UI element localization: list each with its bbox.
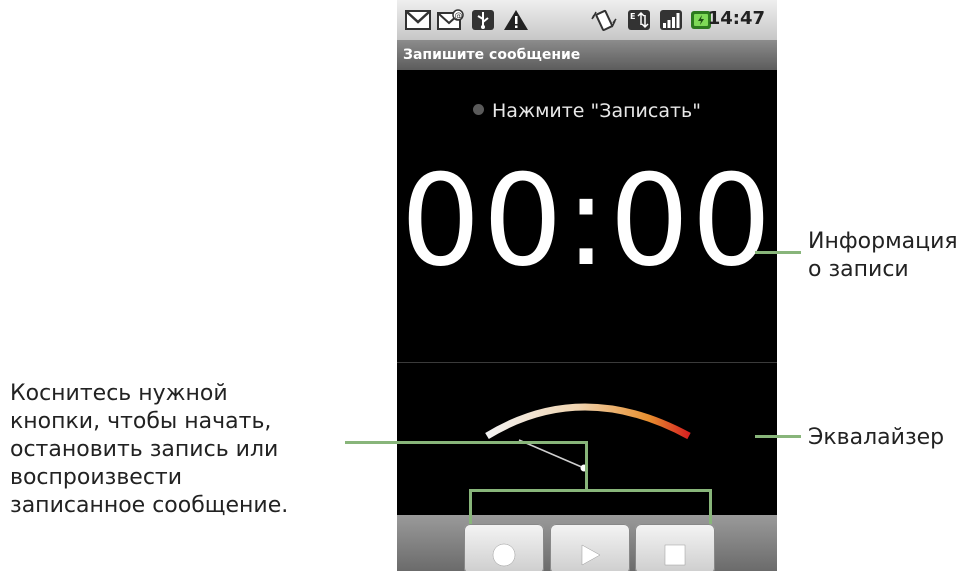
callout-buttons-line4: воспроизвести: [10, 465, 183, 490]
gmail-icon: [405, 10, 431, 30]
warning-icon: [504, 10, 528, 30]
data-transfer-icon: E: [628, 10, 650, 30]
callout-bracket-right: [709, 489, 712, 524]
play-button[interactable]: [550, 524, 630, 571]
callout-line-equalizer: [755, 435, 801, 438]
callout-line-buttons-vertical: [585, 441, 588, 491]
callout-buttons-line1: Коснитесь нужной: [10, 381, 228, 406]
callout-buttons-line5: записанное сообщение.: [10, 493, 289, 518]
state-text: Нажмите "Записать": [492, 100, 701, 122]
callout-buttons-line3: остановить запись или: [10, 437, 279, 462]
usb-icon: [472, 10, 494, 30]
svg-text:E: E: [630, 12, 635, 21]
email-icon: @: [437, 9, 464, 30]
callout-line-recording-info: [755, 251, 801, 254]
divider: [397, 362, 777, 363]
timer-display: 00:00: [400, 147, 774, 294]
window-title: Запишите сообщение: [397, 40, 777, 70]
vu-needle: [518, 439, 585, 469]
callout-line-buttons: [345, 441, 586, 444]
callout-buttons: Коснитесь нужной кнопки, чтобы начать, о…: [10, 380, 288, 520]
state-indicator-icon: [473, 104, 485, 115]
stop-icon: [664, 544, 686, 566]
callout-bracket-top: [469, 489, 712, 492]
vu-arc: [485, 403, 691, 440]
recorder-state: Нажмите "Записать": [397, 100, 777, 122]
callout-equalizer: Эквалайзер: [808, 425, 945, 450]
status-bar: @ E 14:47: [397, 0, 777, 40]
record-icon: [492, 543, 516, 567]
signal-icon: [660, 10, 682, 30]
callout-bracket-left: [469, 489, 472, 524]
record-button[interactable]: [464, 524, 544, 571]
stop-button[interactable]: [635, 524, 715, 571]
callout-recording-info: Информация о записи: [808, 228, 958, 284]
status-clock: 14:47: [707, 8, 765, 29]
callout-recording-info-line2: о записи: [808, 257, 909, 282]
play-icon: [581, 544, 601, 566]
svg-text:@: @: [455, 11, 463, 20]
vibrate-icon: [591, 9, 617, 31]
callout-buttons-line2: кнопки, чтобы начать,: [10, 409, 272, 434]
callout-recording-info-line1: Информация: [808, 229, 958, 254]
